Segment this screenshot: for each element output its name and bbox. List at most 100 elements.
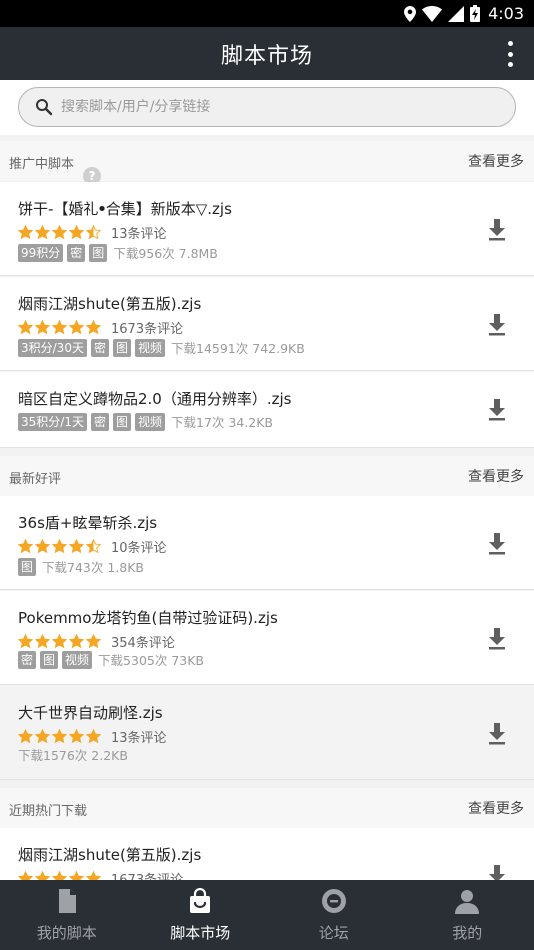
- download-icon[interactable]: [486, 532, 508, 556]
- script-name: 饼干-【婚礼ꔷ合集】新版本▽.zjs: [18, 200, 232, 218]
- video-tag: 视频: [134, 338, 165, 357]
- rating-row: 13条评论: [18, 223, 167, 242]
- star-full-icon: [35, 225, 50, 240]
- meta-row: 密 图 视频 下载5305次 73KB: [18, 650, 204, 669]
- meta-row: 下载1576次 2.2KB: [18, 745, 128, 764]
- video-tag: 视频: [62, 650, 93, 669]
- script-list-item[interactable]: 36s盾+眩晕斩杀.zjs 10条评论 图 下载743次 1.8KB: [0, 496, 534, 590]
- view-more-link[interactable]: 查看更多: [468, 798, 524, 818]
- download-icon[interactable]: [486, 627, 508, 651]
- star-full-icon: [52, 225, 67, 240]
- script-name: 暗区自定义蹲物品2.0（通用分辨率）.zjs: [18, 390, 292, 408]
- script-name: Pokemmo龙塔钓鱼(自带过验证码).zjs: [18, 609, 278, 627]
- star-full-icon: [18, 539, 33, 554]
- meta-row: 99积分 密 图 下载956次 7.8MB: [18, 243, 218, 262]
- download-stats: 下载5305次 73KB: [98, 653, 205, 668]
- script-list-item[interactable]: 烟雨江湖shute(第五版).zjs 1673条评论 3积分/30天 密 图 视…: [0, 277, 534, 371]
- search-input[interactable]: [61, 99, 481, 115]
- video-tag: 视频: [134, 412, 165, 431]
- script-name: 烟雨江湖shute(第五版).zjs: [18, 846, 202, 864]
- person-icon: [455, 890, 480, 914]
- meta-row: 3积分/30天 密 图 视频 下载14591次 742.9KB: [18, 338, 305, 357]
- bottom-tab-bar: 我的脚本 脚本市场 论坛 我的: [0, 880, 534, 950]
- star-full-icon: [35, 729, 50, 744]
- view-more-link[interactable]: 查看更多: [468, 466, 524, 486]
- shopping-bag-icon: [190, 888, 211, 913]
- review-count: 354条评论: [111, 636, 175, 651]
- price-tag: 35积分/1天: [18, 412, 87, 431]
- location-icon: [404, 5, 417, 22]
- image-tag: 图: [40, 650, 59, 669]
- script-name: 烟雨江湖shute(第五版).zjs: [18, 295, 202, 313]
- star-full-icon: [69, 634, 84, 649]
- section-header-hot-downloads: 近期热门下载 查看更多: [0, 788, 534, 828]
- tab-my-scripts[interactable]: 我的脚本: [0, 880, 134, 950]
- tab-forum[interactable]: 论坛: [267, 880, 401, 950]
- signal-icon: [448, 5, 465, 22]
- encrypted-tag: 密: [67, 243, 86, 262]
- star-full-icon: [69, 729, 84, 744]
- tab-script-market[interactable]: 脚本市场: [134, 880, 268, 950]
- script-name: 36s盾+眩晕斩杀.zjs: [18, 514, 158, 532]
- download-stats: 下载1576次 2.2KB: [18, 748, 128, 763]
- section-header-latest-reviews: 最新好评 查看更多: [0, 456, 534, 496]
- page-title: 脚本市场: [220, 43, 313, 69]
- section-title: 最新好评: [9, 472, 62, 487]
- star-full-icon: [18, 634, 33, 649]
- section-header-promoted: 推广中脚本 查看更多: [0, 141, 534, 181]
- tab-label: 我的: [452, 924, 483, 942]
- star-full-icon: [35, 539, 50, 554]
- script-list-item[interactable]: 大千世界自动刷怪.zjs 13条评论 下载1576次 2.2KB: [0, 686, 534, 780]
- encrypted-tag: 密: [90, 338, 109, 357]
- star-full-icon: [86, 729, 101, 744]
- star-full-icon: [52, 539, 67, 554]
- star-full-icon: [86, 634, 101, 649]
- meta-row: 图 下载743次 1.8KB: [18, 557, 144, 576]
- star-rating: [18, 634, 101, 649]
- review-count: 10条评论: [111, 541, 167, 556]
- wifi-icon: [422, 5, 443, 22]
- script-name: 大千世界自动刷怪.zjs: [18, 704, 163, 722]
- star-full-icon: [18, 320, 33, 335]
- download-icon[interactable]: [486, 722, 508, 746]
- star-full-icon: [69, 225, 84, 240]
- tab-label: 我的脚本: [36, 924, 97, 942]
- chat-icon: [321, 889, 346, 913]
- star-rating: [18, 729, 101, 744]
- download-stats: 下载14591次 742.9KB: [171, 341, 305, 356]
- script-list-item[interactable]: Pokemmo龙塔钓鱼(自带过验证码).zjs 354条评论 密 图 视频 下载…: [0, 591, 534, 685]
- status-bar: 4:03: [0, 0, 534, 27]
- status-time: 4:03: [488, 4, 524, 23]
- encrypted-tag: 密: [90, 412, 109, 431]
- tab-label: 脚本市场: [170, 924, 231, 942]
- download-icon[interactable]: [486, 218, 508, 242]
- star-full-icon: [35, 320, 50, 335]
- star-full-icon: [52, 320, 67, 335]
- search-area: [0, 80, 534, 135]
- image-tag: 图: [112, 412, 131, 431]
- star-rating: [18, 225, 101, 240]
- file-icon: [58, 889, 76, 913]
- download-stats: 下载17次 34.2KB: [171, 415, 273, 430]
- price-tag: 99积分: [18, 243, 64, 262]
- download-icon[interactable]: [486, 313, 508, 337]
- star-half-icon: [86, 539, 101, 554]
- rating-row: 13条评论: [18, 727, 167, 746]
- download-stats: 下载956次 7.8MB: [113, 246, 218, 261]
- search-box[interactable]: [18, 87, 516, 127]
- tab-label: 论坛: [318, 924, 349, 942]
- script-list-item[interactable]: 饼干-【婚礼ꔷ合集】新版本▽.zjs 13条评论 99积分 密 图 下载956次…: [0, 182, 534, 276]
- more-options-icon[interactable]: [500, 41, 520, 67]
- download-icon[interactable]: [486, 398, 508, 422]
- script-list-item[interactable]: 暗区自定义蹲物品2.0（通用分辨率）.zjs 35积分/1天 密 图 视频 下载…: [0, 372, 534, 448]
- star-full-icon: [18, 225, 33, 240]
- tab-mine[interactable]: 我的: [401, 880, 534, 950]
- star-full-icon: [69, 320, 84, 335]
- battery-charging-icon: [470, 5, 481, 22]
- star-full-icon: [69, 539, 84, 554]
- price-tag: 3积分/30天: [18, 338, 87, 357]
- view-more-link[interactable]: 查看更多: [468, 151, 524, 171]
- review-count: 1673条评论: [111, 322, 184, 337]
- star-full-icon: [18, 729, 33, 744]
- review-count: 13条评论: [111, 731, 167, 746]
